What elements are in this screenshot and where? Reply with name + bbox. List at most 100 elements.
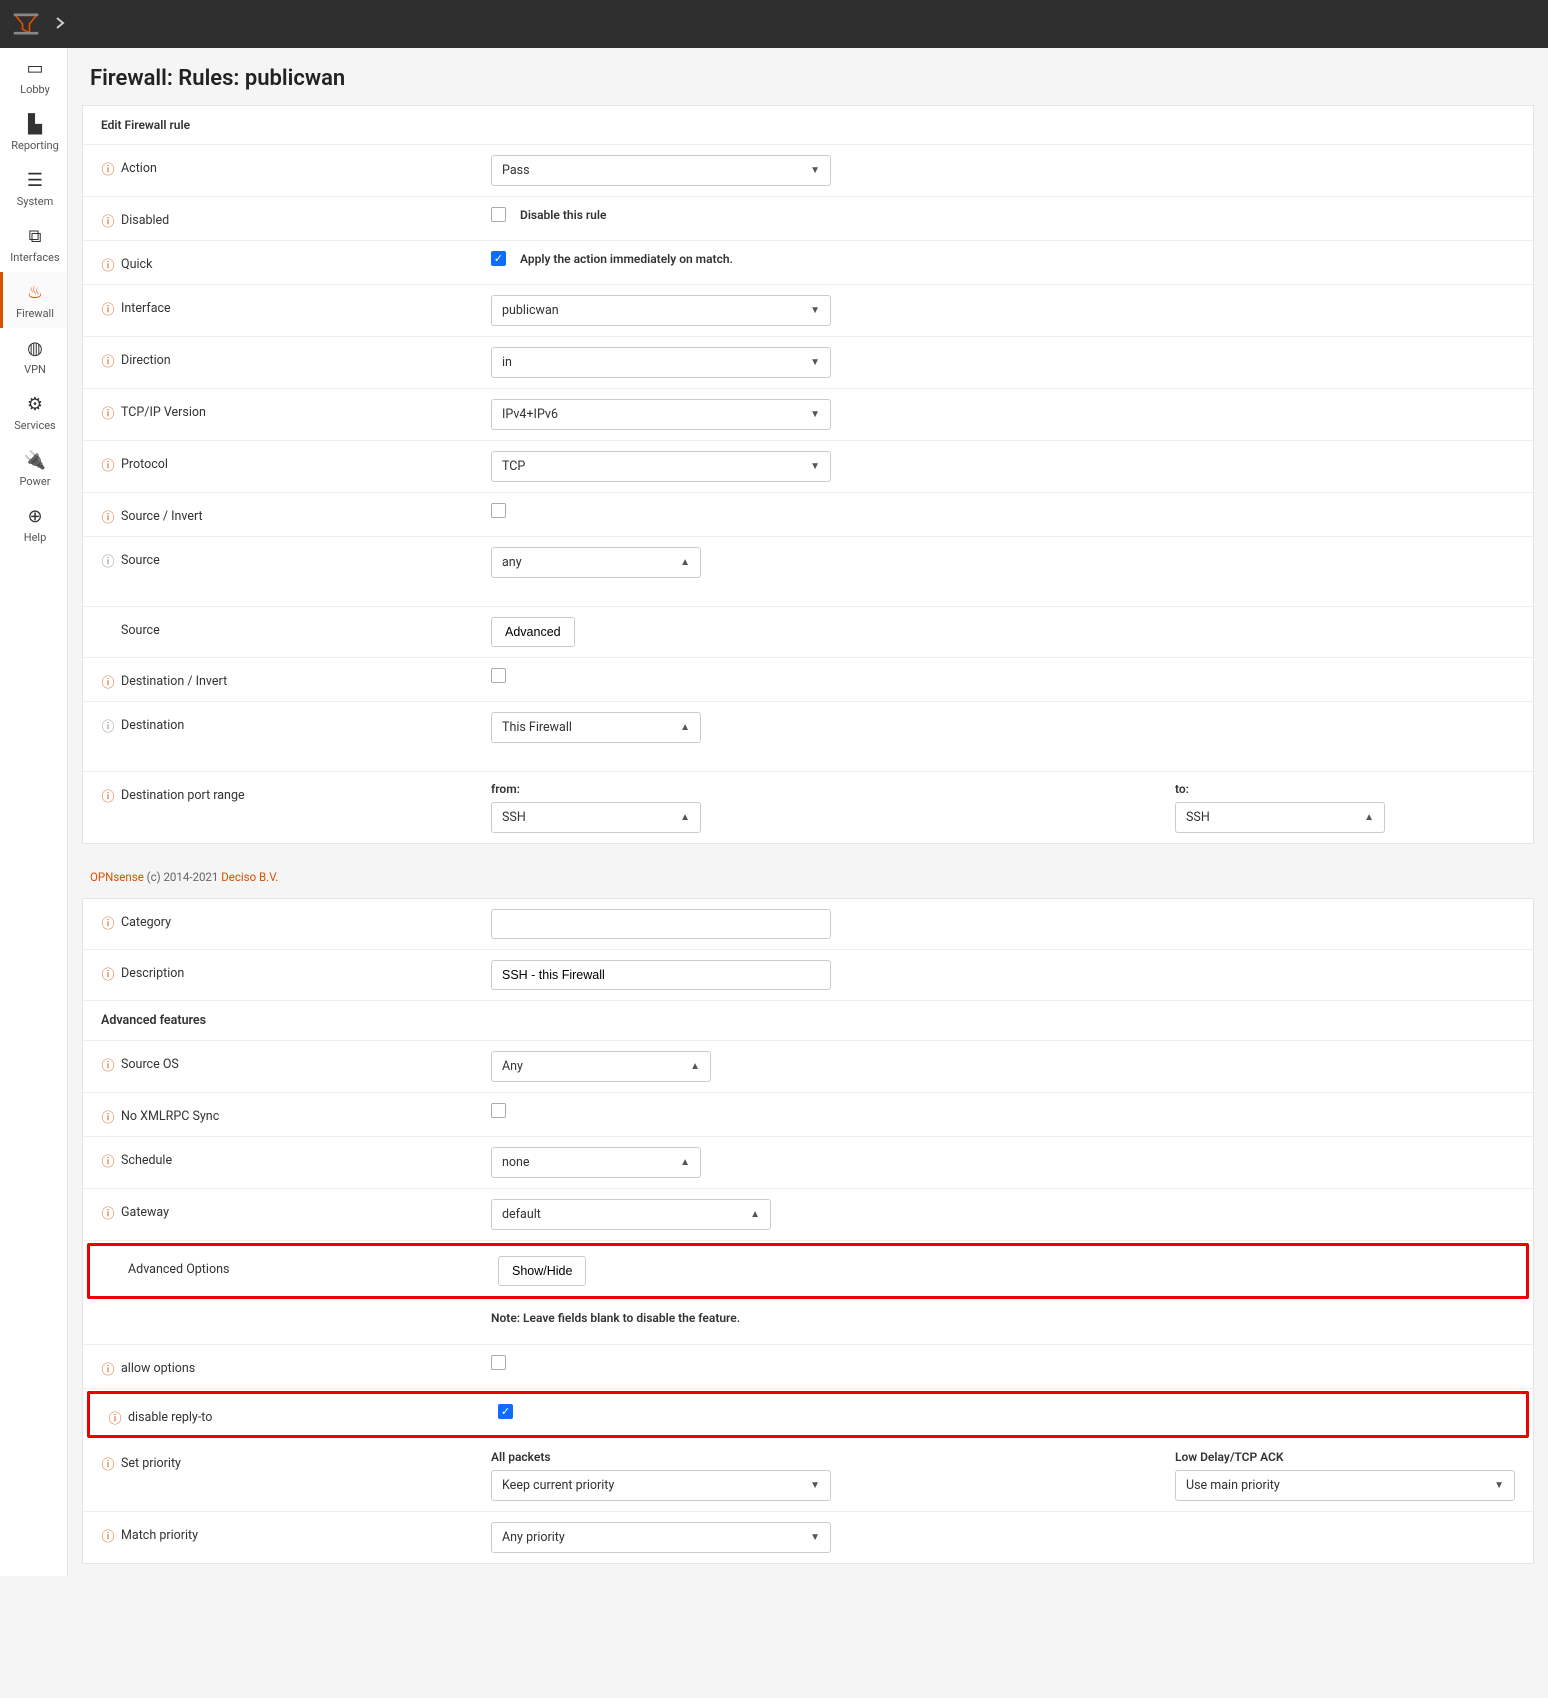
sidebar-item-lobby[interactable]: ▭Lobby [0,48,67,104]
action-select[interactable]: Pass▼ [491,155,831,186]
caret-up-icon: ▲ [680,557,690,568]
source-os-select[interactable]: Any▲ [491,1051,711,1082]
caret-down-icon: ▼ [1494,1480,1504,1491]
sidebar-item-interfaces[interactable]: ⧉Interfaces [0,216,67,272]
field-label: Schedule [121,1153,172,1168]
info-icon[interactable]: ⓘ [101,1154,115,1168]
sidebar-label: Help [24,531,47,544]
ack-select[interactable]: Use main priority▼ [1175,1470,1515,1501]
info-icon[interactable]: ⓘ [101,1362,115,1376]
row-schedule: ⓘ Schedule none▲ [83,1137,1533,1189]
category-input[interactable] [491,909,831,939]
sidebar-item-system[interactable]: ☰System [0,160,67,216]
info-icon[interactable]: ⓘ [101,1058,115,1072]
row-disable-replyto: ⓘdisable reply-to ✓ [87,1391,1529,1438]
field-label: Destination port range [121,788,245,803]
plug-icon: 🔌 [24,450,46,471]
info-icon[interactable]: ⓘ [101,162,115,176]
protocol-select[interactable]: TCP▼ [491,451,831,482]
info-icon[interactable]: ⓘ [101,967,115,981]
network-icon: ⧉ [29,226,42,247]
source-select[interactable]: any▲ [491,547,701,578]
description-input[interactable] [491,960,831,990]
sidebar-item-power[interactable]: 🔌 Power [0,440,67,496]
row-no-xmlrpc: ⓘNo XMLRPC Sync [83,1093,1533,1137]
info-icon[interactable]: ⓘ [101,719,115,733]
sidebar-item-services[interactable]: ⚙Services [0,384,67,440]
direction-select[interactable]: in▼ [491,347,831,378]
port-to-select[interactable]: SSH▲ [1175,802,1385,833]
src-invert-checkbox[interactable] [491,503,506,518]
sidebar-item-help[interactable]: ⊕Help [0,496,67,552]
sidebar: ▭Lobby ▙Reporting ☰System ⧉Interfaces ♨F… [0,48,68,1576]
info-icon[interactable]: ⓘ [101,789,115,803]
info-icon[interactable]: ⓘ [101,554,115,568]
info-icon[interactable]: ⓘ [101,258,115,272]
caret-down-icon: ▼ [810,1480,820,1491]
edit-panel-2: ⓘCategory ⓘDescription Advanced features… [82,898,1534,1564]
info-icon[interactable]: ⓘ [108,1411,122,1425]
gear-icon: ⚙ [27,394,43,415]
info-icon[interactable]: ⓘ [101,458,115,472]
info-icon[interactable]: ⓘ [101,214,115,228]
xmlrpc-checkbox[interactable] [491,1103,506,1118]
sidebar-item-reporting[interactable]: ▙Reporting [0,104,67,160]
laptop-icon: ▭ [26,58,43,79]
destination-select[interactable]: This Firewall▲ [491,712,701,743]
footer: OPNsense (c) 2014-2021 Deciso B.V. [68,856,1548,898]
row-source-os: ⓘSource OS Any▲ [83,1041,1533,1093]
row-gateway: ⓘGateway default▲ [83,1189,1533,1241]
disabled-checkbox[interactable] [491,207,506,222]
sidebar-label: Firewall [16,307,54,320]
row-advanced-options: Advanced Options Show/Hide [87,1243,1529,1299]
row-tcpip: ⓘTCP/IP Version IPv4+IPv6▼ [83,389,1533,441]
field-label: Interface [121,301,171,316]
sidebar-item-firewall[interactable]: ♨Firewall [0,272,67,328]
caret-down-icon: ▼ [810,1532,820,1543]
quick-checkbox[interactable]: ✓ [491,251,506,266]
dst-invert-checkbox[interactable] [491,668,506,683]
sidebar-label: Reporting [11,139,59,152]
checkbox-label: Disable this rule [520,208,606,222]
sidebar-label: Power [20,475,51,488]
match-priority-select[interactable]: Any priority▼ [491,1522,831,1553]
info-icon[interactable]: ⓘ [101,1457,115,1471]
expand-icon[interactable] [55,14,65,35]
field-label: Direction [121,353,171,368]
info-icon[interactable]: ⓘ [101,1110,115,1124]
all-packets-select[interactable]: Keep current priority▼ [491,1470,831,1501]
row-category: ⓘCategory [83,899,1533,950]
main-content: Firewall: Rules: publicwan Edit Firewall… [68,48,1548,1576]
company-link[interactable]: Deciso B.V. [221,870,278,884]
sidebar-label: System [17,195,54,208]
note-text: Note: Leave fields blank to disable the … [491,1311,740,1325]
field-label: Disabled [121,213,169,228]
caret-up-icon: ▲ [1364,812,1374,823]
info-icon[interactable]: ⓘ [101,1529,115,1543]
port-from-select[interactable]: SSH▲ [491,802,701,833]
info-icon[interactable]: ⓘ [101,406,115,420]
row-description: ⓘDescription [83,950,1533,1001]
info-icon[interactable]: ⓘ [101,916,115,930]
gateway-select[interactable]: default▲ [491,1199,771,1230]
schedule-select[interactable]: none▲ [491,1147,701,1178]
info-icon[interactable]: ⓘ [101,675,115,689]
row-protocol: ⓘProtocol TCP▼ [83,441,1533,493]
row-quick: ⓘQuick ✓Apply the action immediately on … [83,241,1533,285]
info-icon[interactable]: ⓘ [101,354,115,368]
disable-replyto-checkbox[interactable]: ✓ [498,1404,513,1419]
tcpip-select[interactable]: IPv4+IPv6▼ [491,399,831,430]
advanced-button[interactable]: Advanced [491,617,575,647]
interface-select[interactable]: publicwan▼ [491,295,831,326]
info-icon[interactable]: ⓘ [101,510,115,524]
allow-options-checkbox[interactable] [491,1355,506,1370]
info-icon[interactable]: ⓘ [101,302,115,316]
caret-up-icon: ▲ [680,722,690,733]
info-icon[interactable]: ⓘ [101,1206,115,1220]
show-hide-button[interactable]: Show/Hide [498,1256,586,1286]
caret-down-icon: ▼ [810,357,820,368]
logo-icon [12,10,40,38]
sidebar-item-vpn[interactable]: ◍VPN [0,328,67,384]
caret-up-icon: ▲ [750,1209,760,1220]
brand-link[interactable]: OPNsense [90,870,144,884]
